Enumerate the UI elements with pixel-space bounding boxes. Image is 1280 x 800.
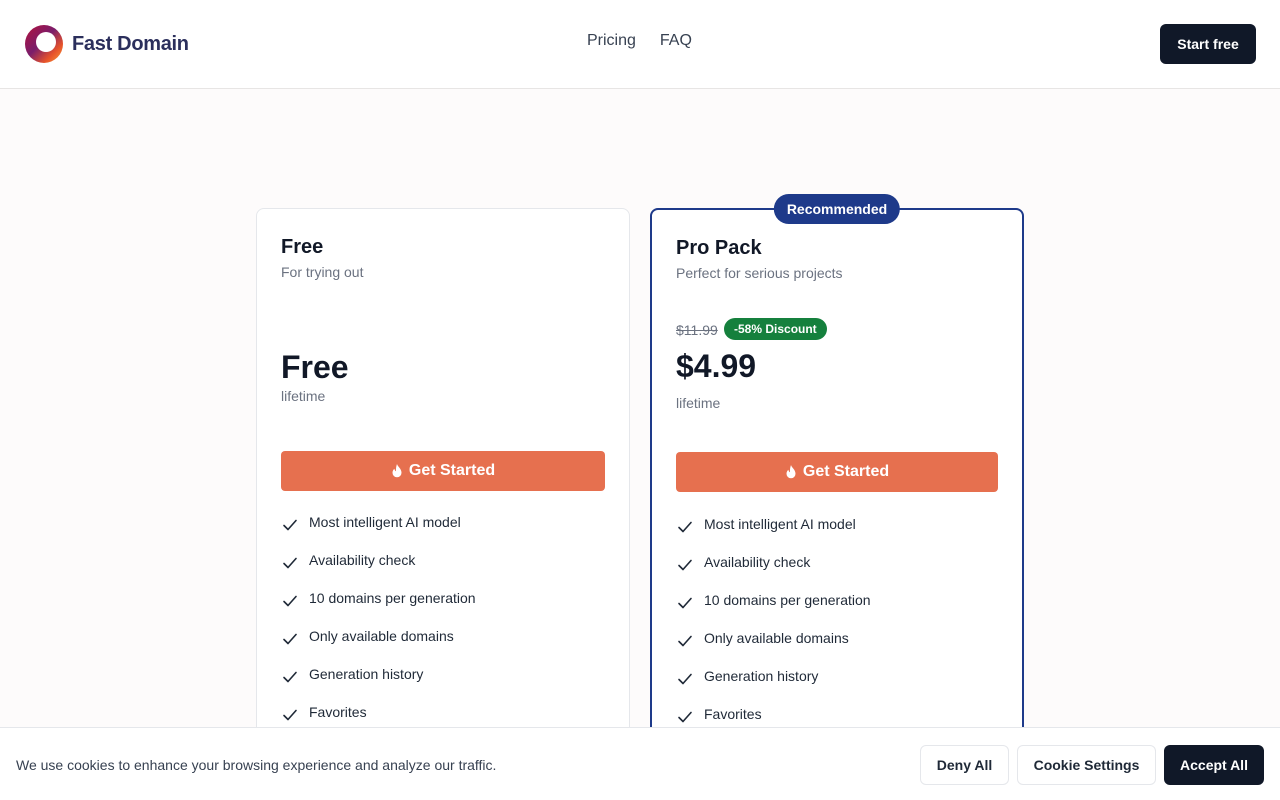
plan-price: Free — [281, 349, 349, 385]
feature-label: Only available domains — [704, 630, 849, 646]
main-nav: Pricing FAQ — [587, 32, 692, 50]
brand-name: Fast Domain — [72, 32, 189, 55]
flame-icon — [392, 464, 402, 478]
feature-label: Availability check — [309, 552, 416, 568]
check-icon — [283, 633, 297, 645]
cookie-consent-bar: We use cookies to enhance your browsing … — [0, 727, 1280, 800]
plan-subtitle: Perfect for serious projects — [676, 265, 843, 281]
feature-item: Availability check — [281, 552, 476, 590]
feature-item: Availability check — [676, 554, 871, 592]
feature-label: Generation history — [704, 668, 819, 684]
feature-item: Only available domains — [281, 628, 476, 666]
plan-price: $4.99 — [676, 348, 757, 384]
feature-item: Most intelligent AI model — [281, 514, 476, 552]
cta-label: Get Started — [408, 462, 496, 479]
check-icon — [678, 635, 692, 647]
check-icon — [678, 559, 692, 571]
plan-card-pro: Recommended Pro Pack Perfect for serious… — [650, 194, 1024, 768]
flame-icon — [786, 465, 796, 479]
feature-item: Most intelligent AI model — [676, 516, 871, 554]
feature-label: Most intelligent AI model — [309, 514, 461, 530]
feature-item: Generation history — [676, 668, 871, 706]
cookie-settings-button[interactable]: Cookie Settings — [1017, 745, 1156, 785]
feature-label: Most intelligent AI model — [704, 516, 856, 532]
feature-item: 10 domains per generation — [281, 590, 476, 628]
check-icon — [678, 521, 692, 533]
feature-label: Favorites — [704, 706, 762, 722]
plan-period: lifetime — [676, 395, 721, 411]
discount-badge: -58% Discount — [724, 318, 827, 340]
check-icon — [283, 595, 297, 607]
feature-item: Generation history — [281, 666, 476, 704]
feature-item: 10 domains per generation — [676, 592, 871, 630]
nav-link-pricing[interactable]: Pricing — [587, 32, 636, 50]
check-icon — [283, 709, 297, 721]
feature-list: Most intelligent AI model Availability c… — [281, 514, 476, 742]
cta-label: Get Started — [802, 463, 890, 480]
feature-label: 10 domains per generation — [704, 592, 871, 608]
site-header: Fast Domain Pricing FAQ Start free — [0, 0, 1280, 89]
plan-name: Pro Pack — [676, 237, 762, 259]
check-icon — [283, 519, 297, 531]
recommended-badge: Recommended — [773, 194, 901, 224]
plan-period: lifetime — [281, 388, 326, 404]
check-icon — [678, 711, 692, 723]
start-free-button[interactable]: Start free — [1160, 24, 1256, 64]
deny-all-button[interactable]: Deny All — [920, 745, 1009, 785]
feature-label: Generation history — [309, 666, 424, 682]
brand-logo-link[interactable]: Fast Domain — [24, 24, 189, 64]
nav-link-faq[interactable]: FAQ — [660, 32, 692, 50]
plan-subtitle: For trying out — [281, 264, 364, 280]
feature-list: Most intelligent AI model Availability c… — [676, 516, 871, 744]
check-icon — [283, 671, 297, 683]
feature-item: Only available domains — [676, 630, 871, 668]
get-started-button-pro[interactable]: Get Started — [676, 452, 998, 492]
check-icon — [678, 673, 692, 685]
plan-name: Free — [281, 236, 324, 258]
feature-label: Only available domains — [309, 628, 454, 644]
check-icon — [283, 557, 297, 569]
check-icon — [678, 597, 692, 609]
feature-label: Availability check — [704, 554, 811, 570]
feature-label: Favorites — [309, 704, 367, 720]
original-price: $11.99 — [676, 322, 718, 338]
get-started-button-free[interactable]: Get Started — [281, 451, 605, 491]
feature-label: 10 domains per generation — [309, 590, 476, 606]
cookie-message: We use cookies to enhance your browsing … — [16, 757, 497, 773]
accept-all-button[interactable]: Accept All — [1164, 745, 1264, 785]
fast-domain-logo-icon — [25, 25, 63, 63]
plan-card-free: Free For trying out Free lifetime Get St… — [256, 208, 630, 768]
